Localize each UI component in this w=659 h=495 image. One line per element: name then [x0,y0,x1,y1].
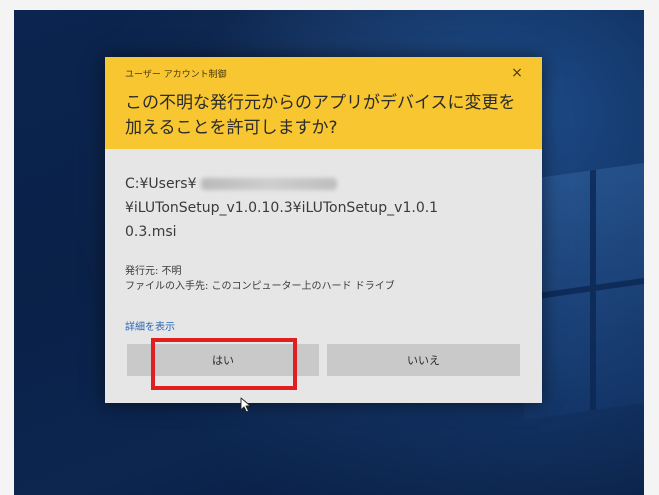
windows-logo-wallpaper [524,160,644,420]
source-label: ファイルの入手先: このコンピューター上のハード ドライブ [125,281,395,292]
publisher-info: 発行元: 不明 ファイルの入手先: このコンピューター上のハード ドライブ [125,264,395,294]
path-line-3: 0.3.msi [125,224,177,240]
uac-body: C:¥Users¥ ¥iLUTonSetup_v1.0.10.3¥iLUTonS… [105,149,542,403]
close-icon[interactable]: × [508,64,526,82]
redacted-username [200,178,337,190]
uac-header: ユーザー アカウント制御 × この不明な発行元からのアプリがデバイスに変更を加え… [105,57,542,149]
yes-button[interactable]: はい [127,344,319,376]
mouse-pointer-icon [240,397,251,413]
publisher-label: 発行元: 不明 [125,266,182,277]
uac-dialog: ユーザー アカウント制御 × この不明な発行元からのアプリがデバイスに変更を加え… [105,57,542,403]
dialog-caption: ユーザー アカウント制御 [125,70,227,80]
show-details-link[interactable]: 詳細を表示 [125,318,175,333]
uac-question: この不明な発行元からのアプリがデバイスに変更を加えることを許可しますか? [125,93,516,138]
path-line-1: C:¥Users¥ [125,172,525,196]
no-button[interactable]: いいえ [327,344,520,376]
photo-frame: ユーザー アカウント制御 × この不明な発行元からのアプリがデバイスに変更を加え… [0,0,659,495]
file-path: C:¥Users¥ ¥iLUTonSetup_v1.0.10.3¥iLUTonS… [125,172,525,244]
path-line-2: ¥iLUTonSetup_v1.0.10.3¥iLUTonSetup_v1.0.… [125,200,439,216]
